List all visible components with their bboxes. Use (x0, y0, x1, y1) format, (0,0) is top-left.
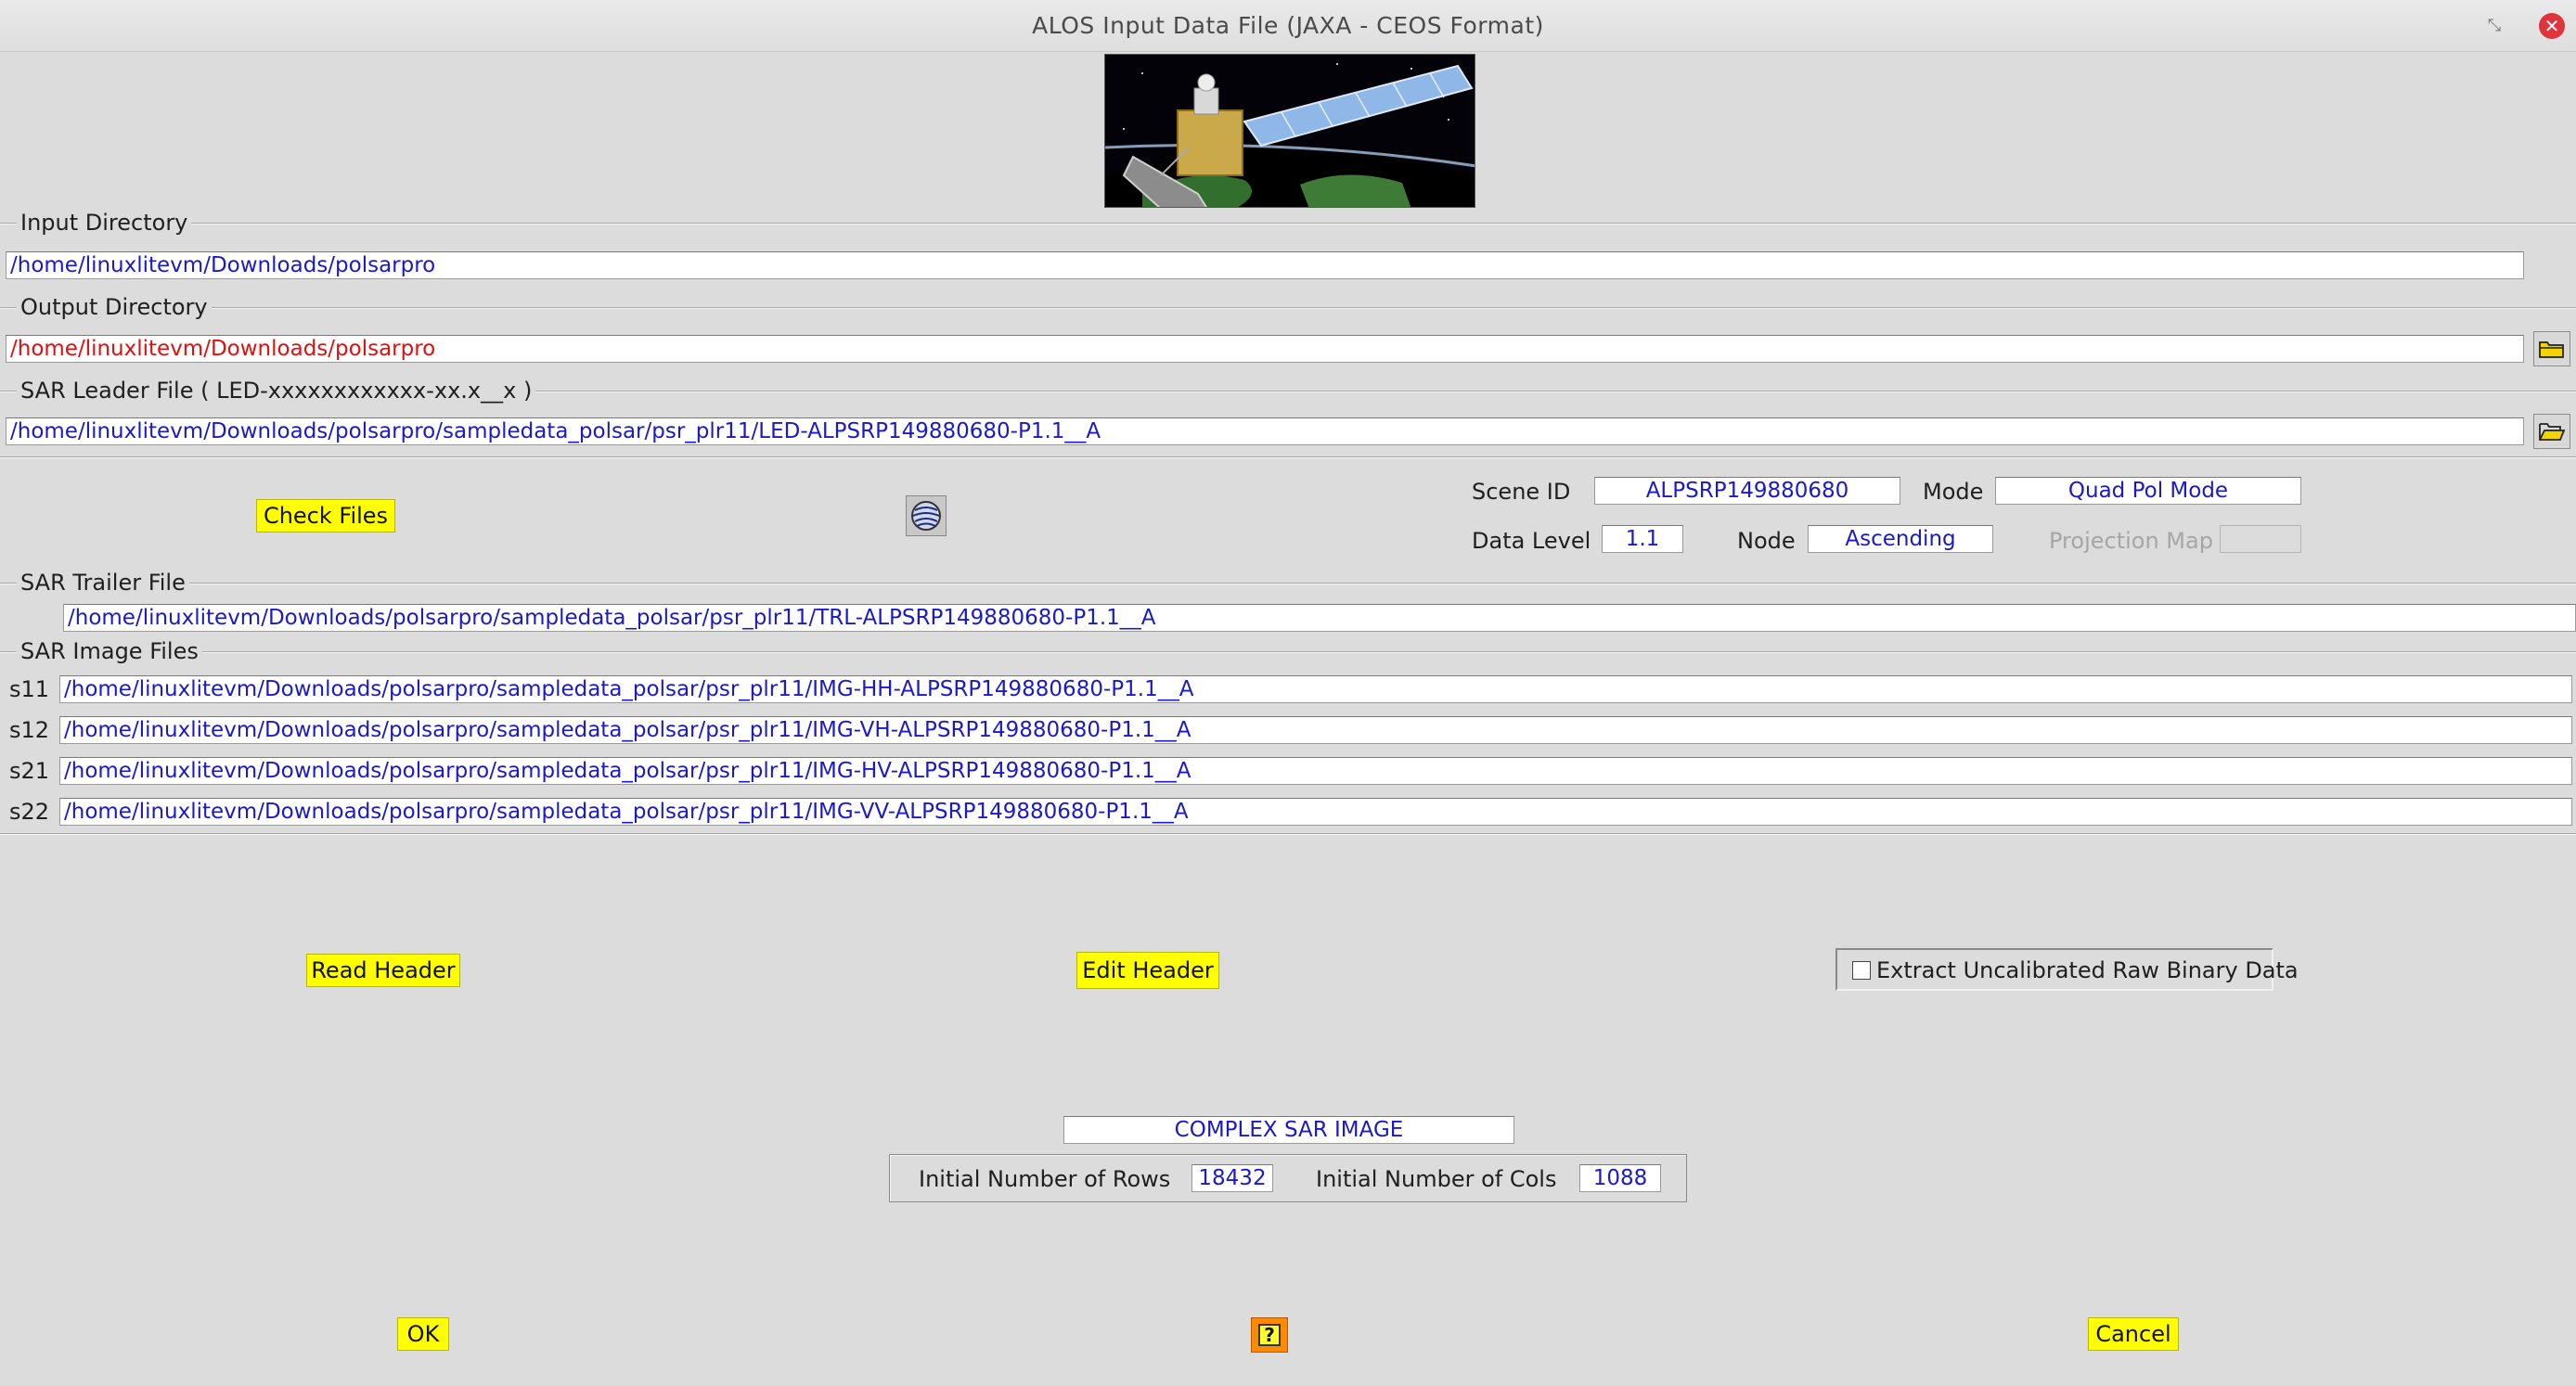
node-field: Ascending (1808, 525, 1993, 553)
scene-id-label: Scene ID (1472, 479, 1571, 505)
s21-file-field[interactable]: /home/linuxlitevm/Downloads/polsarpro/sa… (59, 757, 2572, 785)
cols-field: 1088 (1579, 1164, 1661, 1192)
extract-raw-label: Extract Uncalibrated Raw Binary Data (1876, 957, 2299, 983)
close-button[interactable]: ✕ (2539, 13, 2565, 39)
data-level-field: 1.1 (1602, 525, 1683, 553)
extract-raw-checkbox-frame[interactable]: Extract Uncalibrated Raw Binary Data (1835, 948, 2299, 991)
rows-label: Initial Number of Rows (919, 1166, 1171, 1192)
s12-label: s12 (9, 717, 50, 743)
extract-raw-checkbox[interactable] (1852, 961, 1871, 980)
data-level-label: Data Level (1472, 528, 1591, 554)
input-directory-label: Input Directory (17, 210, 192, 236)
rows-field: 18432 (1191, 1164, 1273, 1192)
output-directory-field[interactable]: /home/linuxlitevm/Downloads/polsarpro (6, 335, 2524, 363)
globe-status-icon (906, 495, 947, 536)
restore-button[interactable]: ⤡ (2483, 15, 2505, 37)
s12-file-field[interactable]: /home/linuxlitevm/Downloads/polsarpro/sa… (59, 716, 2572, 744)
ok-button[interactable]: OK (397, 1317, 449, 1351)
cols-label: Initial Number of Cols (1316, 1166, 1557, 1192)
alos-satellite-image (1104, 54, 1475, 208)
s22-label: s22 (9, 799, 50, 825)
s11-label: s11 (9, 676, 50, 702)
help-button[interactable]: ? (1251, 1317, 1288, 1353)
help-icon: ? (1258, 1324, 1281, 1346)
mode-field: Quad Pol Mode (1995, 477, 2301, 505)
edit-header-button[interactable]: Edit Header (1076, 952, 1219, 989)
s22-file-field[interactable]: /home/linuxlitevm/Downloads/polsarpro/sa… (59, 798, 2572, 826)
cancel-button[interactable]: Cancel (2088, 1317, 2179, 1351)
mode-label: Mode (1923, 479, 1984, 505)
leader-file-frame-bottom (0, 456, 2576, 458)
input-directory-frame (0, 223, 2576, 225)
output-directory-browse-button[interactable] (2533, 331, 2570, 366)
trailer-file-label: SAR Trailer File (17, 570, 189, 596)
node-label: Node (1737, 528, 1796, 554)
output-directory-frame (0, 307, 2576, 309)
scene-id-field: ALPSRP149880680 (1594, 477, 1900, 505)
folder-icon (2539, 341, 2564, 358)
window-title: ALOS Input Data File (JAXA - CEOS Format… (1032, 12, 1544, 39)
input-directory-field[interactable]: /home/linuxlitevm/Downloads/polsarpro (6, 251, 2524, 279)
s11-file-field[interactable]: /home/linuxlitevm/Downloads/polsarpro/sa… (59, 675, 2572, 703)
leader-file-label: SAR Leader File ( LED-xxxxxxxxxxxx-xx.x_… (17, 378, 536, 404)
image-type-field: COMPLEX SAR IMAGE (1063, 1116, 1514, 1144)
leader-file-field[interactable]: /home/linuxlitevm/Downloads/polsarpro/sa… (6, 417, 2524, 445)
image-files-frame-bottom (0, 833, 2576, 835)
check-files-button[interactable]: Check Files (256, 499, 395, 533)
projection-map-field (2220, 525, 2301, 553)
image-files-label: SAR Image Files (17, 638, 202, 664)
image-files-frame (0, 651, 2576, 653)
read-header-button[interactable]: Read Header (306, 954, 460, 987)
s21-label: s21 (9, 758, 50, 784)
trailer-file-frame (0, 583, 2576, 584)
leader-file-browse-button[interactable] (2533, 414, 2570, 449)
projection-map-label: Projection Map (2049, 528, 2213, 554)
trailer-file-field[interactable]: /home/linuxlitevm/Downloads/polsarpro/sa… (63, 604, 2576, 632)
output-directory-label: Output Directory (17, 294, 212, 320)
folder-open-icon (2539, 423, 2566, 441)
